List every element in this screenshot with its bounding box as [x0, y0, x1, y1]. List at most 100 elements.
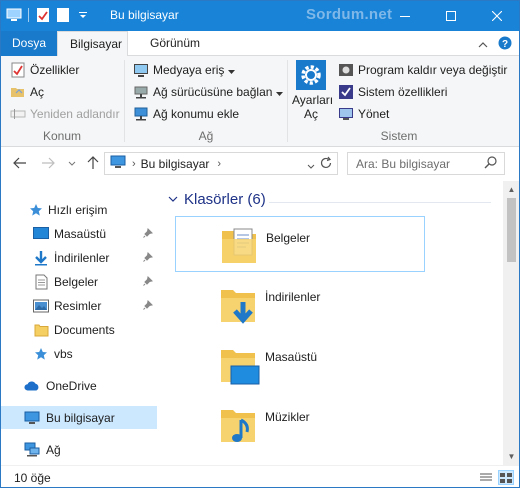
folder-item-music[interactable]: Müzikler	[175, 396, 425, 452]
breadcrumb-chevron-icon[interactable]: ›	[132, 158, 136, 170]
add-network-location-button[interactable]: Ağ konumu ekle	[133, 104, 239, 124]
tab-bilgisayar[interactable]: Bilgisayar	[57, 31, 128, 57]
breadcrumb-this-pc[interactable]: Bu bilgisayar	[141, 157, 210, 171]
group-divider	[269, 202, 491, 203]
back-button[interactable]	[12, 155, 28, 171]
chevron-down-icon	[307, 164, 315, 169]
tab-dosya[interactable]: Dosya	[0, 31, 57, 56]
nav-item-this-pc[interactable]: Bu bilgisayar	[0, 406, 157, 429]
tab-gorunum[interactable]: Görünüm	[138, 31, 212, 56]
nav-item-documents-folder[interactable]: Documents	[0, 318, 157, 341]
document-icon	[33, 274, 49, 290]
scrollbar-thumb[interactable]	[507, 198, 516, 262]
qat-separator	[28, 8, 29, 22]
nav-item-pictures[interactable]: Resimler	[0, 294, 157, 317]
search-box[interactable]: Ara: Bu bilgisayar	[347, 152, 505, 175]
pictures-icon	[33, 298, 49, 314]
maximize-button[interactable]	[428, 0, 474, 31]
window-title: Bu bilgisayar	[110, 8, 179, 22]
ribbon-panel: Özellikler Aç Yeniden adlandır Konum Med…	[0, 56, 520, 147]
downloads-folder-icon	[215, 280, 263, 328]
folder-item-documents[interactable]: Belgeler	[175, 216, 425, 272]
properties-qat-icon[interactable]	[35, 7, 51, 23]
vertical-scrollbar[interactable]: ▲ ▼	[503, 181, 520, 465]
tiles-view-button[interactable]	[498, 470, 514, 485]
search-icon[interactable]	[484, 155, 497, 172]
scroll-down-button[interactable]: ▼	[503, 448, 520, 465]
details-view-icon	[480, 473, 492, 480]
view-switcher	[478, 470, 514, 485]
folder-item-downloads[interactable]: İndirilenler	[175, 276, 425, 332]
nav-item-vbs[interactable]: vbs	[0, 342, 157, 365]
music-folder-icon	[215, 400, 263, 448]
forward-arrow-icon	[42, 157, 55, 169]
close-icon	[492, 10, 502, 21]
qat-dropdown-icon[interactable]	[75, 7, 91, 23]
search-input[interactable]: Ara: Bu bilgisayar	[356, 157, 484, 171]
nav-item-downloads[interactable]: İndirilenler	[0, 246, 157, 269]
refresh-icon	[320, 156, 332, 169]
scroll-up-button[interactable]: ▲	[503, 181, 520, 198]
ribbon-tabs: Dosya Bilgisayar Görünüm ?	[0, 31, 520, 57]
open-icon	[10, 84, 26, 100]
manage-icon	[338, 106, 354, 122]
pin-icon[interactable]	[143, 251, 154, 265]
nav-item-documents[interactable]: Belgeler	[0, 270, 157, 293]
up-button[interactable]	[85, 155, 101, 171]
watermark: Sordum.net	[306, 6, 393, 23]
desktop-icon	[33, 226, 49, 242]
folder-icon	[33, 322, 49, 338]
nav-item-desktop[interactable]: Masaüstü	[0, 222, 157, 245]
pin-icon[interactable]	[143, 299, 154, 313]
forward-button[interactable]	[40, 155, 56, 171]
recent-locations-button[interactable]	[64, 155, 80, 171]
back-arrow-icon	[13, 157, 26, 169]
address-bar[interactable]: › Bu bilgisayar ›	[104, 152, 338, 175]
settings-gear-icon	[296, 60, 326, 90]
media-access-button[interactable]: Medyaya eriş	[133, 60, 236, 80]
minimize-icon	[400, 15, 410, 17]
nav-item-onedrive[interactable]: OneDrive	[0, 374, 157, 397]
nav-item-network[interactable]: Ağ	[0, 438, 157, 461]
properties-button[interactable]: Özellikler	[10, 60, 79, 80]
download-icon	[33, 250, 49, 266]
rename-button[interactable]: Yeniden adlandır	[10, 104, 120, 124]
title-bar: Bu bilgisayar Sordum.net	[0, 0, 520, 31]
folder-item-desktop[interactable]: Masaüstü	[175, 336, 425, 392]
address-history-dropdown[interactable]	[307, 158, 315, 172]
nav-item-quick-access[interactable]: Hızlı erişim	[0, 198, 157, 221]
uninstall-icon	[338, 62, 354, 78]
uninstall-program-button[interactable]: Program kaldır veya değiştir	[338, 60, 507, 80]
chevron-down-icon	[68, 161, 76, 166]
ribbon-controls: ?	[478, 36, 512, 53]
star-icon	[33, 346, 49, 362]
group-sistem: Ayarları Aç Program kaldır veya değiştir…	[288, 56, 510, 147]
group-ag: Medyaya eriş Ağ sürücüsüne bağlan Ağ kon…	[125, 56, 287, 147]
group-label-ag: Ağ	[198, 129, 214, 143]
map-network-drive-button[interactable]: Ağ sürücüsüne bağlan	[133, 82, 284, 102]
pin-icon[interactable]	[143, 227, 154, 241]
refresh-button[interactable]	[319, 156, 333, 173]
breadcrumb-chevron-icon[interactable]: ›	[217, 158, 221, 170]
system-properties-icon	[338, 84, 354, 100]
open-button[interactable]: Aç	[10, 82, 44, 102]
close-button[interactable]	[474, 0, 520, 31]
network-icon	[24, 442, 40, 458]
group-header-folders[interactable]: Klasörler (6)	[168, 191, 266, 208]
help-icon[interactable]: ?	[498, 36, 512, 53]
manage-button[interactable]: Yönet	[338, 104, 389, 124]
navigation-bar: › Bu bilgisayar › Ara: Bu bilgisayar	[0, 147, 520, 181]
dropdown-arrow-icon	[228, 63, 236, 77]
navigation-pane: Hızlı erişim Masaüstü İndirilenler Belge…	[0, 181, 165, 465]
ribbon-collapse-chevron-icon[interactable]	[478, 38, 488, 52]
minimize-button[interactable]	[382, 0, 428, 31]
pin-icon[interactable]	[143, 275, 154, 289]
media-icon	[133, 62, 149, 78]
rename-icon	[10, 106, 26, 122]
open-settings-button[interactable]: Ayarları Aç	[292, 60, 333, 121]
details-view-button[interactable]	[478, 470, 494, 485]
new-folder-qat-icon[interactable]	[55, 7, 71, 23]
system-properties-button[interactable]: Sistem özellikleri	[338, 82, 447, 102]
this-pc-icon	[110, 155, 126, 172]
up-arrow-icon	[87, 156, 99, 169]
